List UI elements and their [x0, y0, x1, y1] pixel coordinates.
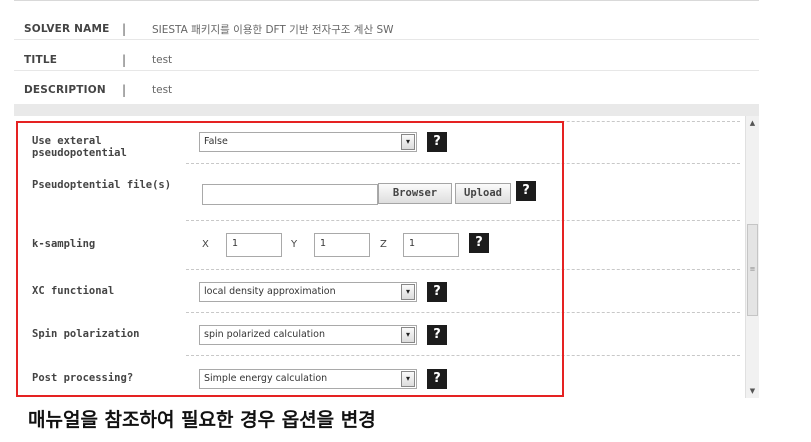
description-label: DESCRIPTION	[24, 84, 106, 96]
pseudo-label: Use exteral pseudopotential	[32, 135, 127, 159]
separator: |	[122, 83, 127, 97]
spin-label: Spin polarization	[32, 328, 140, 340]
row-divider	[186, 355, 740, 356]
pseudo-label-line2: pseudopotential	[32, 147, 127, 159]
divider	[14, 39, 759, 40]
xc-label: XC functional	[32, 285, 115, 297]
spin-select[interactable]: spin polarized calculation ▾	[199, 325, 417, 345]
solver-name-value: SIESTA 패키지를 이용한 DFT 기반 전자구조 계산 SW	[152, 23, 394, 36]
chevron-down-icon[interactable]: ▾	[401, 371, 415, 387]
help-icon[interactable]: ?	[427, 369, 447, 389]
post-select-value: Simple energy calculation	[204, 373, 328, 384]
xc-select-value: local density approximation	[204, 286, 336, 297]
post-label: Post processing?	[32, 372, 134, 384]
row-divider	[186, 220, 740, 221]
separator: |	[122, 53, 127, 67]
k-z-input[interactable]: 1	[403, 233, 459, 257]
help-icon[interactable]: ?	[427, 132, 447, 152]
pseudo-label-line1: Use exteral	[32, 135, 102, 147]
divider	[14, 70, 759, 71]
separator: |	[122, 22, 127, 36]
k-sampling-label: k-sampling	[32, 238, 96, 250]
scroll-up-arrow-icon[interactable]: ▲	[746, 116, 759, 130]
solver-name-row: SOLVER NAME | SIESTA 패키지를 이용한 DFT 기반 전자구…	[24, 19, 394, 39]
k-z-label: Z	[380, 239, 387, 250]
description-value: test	[152, 84, 173, 96]
instruction-caption: 매뉴얼을 참조하여 필요한 경우 옵션을 변경	[28, 409, 376, 431]
vertical-scrollbar[interactable]: ▲ ≡ ▼	[745, 116, 759, 398]
help-icon[interactable]: ?	[427, 325, 447, 345]
title-row: TITLE | test	[24, 50, 172, 70]
title-value: test	[152, 54, 173, 66]
post-select[interactable]: Simple energy calculation ▾	[199, 369, 417, 389]
pseudo-select-value: False	[204, 136, 228, 147]
pseudo-file-label: Pseudoptential file(s)	[32, 179, 172, 191]
solver-name-label: SOLVER NAME	[24, 23, 110, 35]
grip-icon: ≡	[749, 265, 756, 273]
title-label: TITLE	[24, 54, 58, 66]
help-icon[interactable]: ?	[427, 282, 447, 302]
k-y-label: Y	[291, 239, 298, 250]
xc-select[interactable]: local density approximation ▾	[199, 282, 417, 302]
k-x-input[interactable]: 1	[226, 233, 282, 257]
chevron-down-icon[interactable]: ▾	[401, 134, 415, 150]
help-icon[interactable]: ?	[516, 181, 536, 201]
spin-select-value: spin polarized calculation	[204, 329, 325, 340]
row-divider	[186, 312, 740, 313]
k-x-label: X	[202, 239, 209, 250]
k-y-input[interactable]: 1	[314, 233, 370, 257]
row-divider	[186, 163, 740, 164]
scroll-down-arrow-icon[interactable]: ▼	[746, 384, 759, 398]
chevron-down-icon[interactable]: ▾	[401, 284, 415, 300]
scrollbar-thumb[interactable]: ≡	[747, 224, 758, 316]
chevron-down-icon[interactable]: ▾	[401, 327, 415, 343]
job-info-panel: SOLVER NAME | SIESTA 패키지를 이용한 DFT 기반 전자구…	[14, 0, 759, 105]
browse-button[interactable]: Browser	[378, 183, 452, 204]
upload-button[interactable]: Upload	[455, 183, 511, 204]
pseudo-select[interactable]: False ▾	[199, 132, 417, 152]
pseudo-file-input[interactable]	[202, 184, 378, 205]
row-divider	[186, 121, 740, 122]
help-icon[interactable]: ?	[469, 233, 489, 253]
description-row: DESCRIPTION | test	[24, 80, 172, 100]
row-divider	[186, 269, 740, 270]
